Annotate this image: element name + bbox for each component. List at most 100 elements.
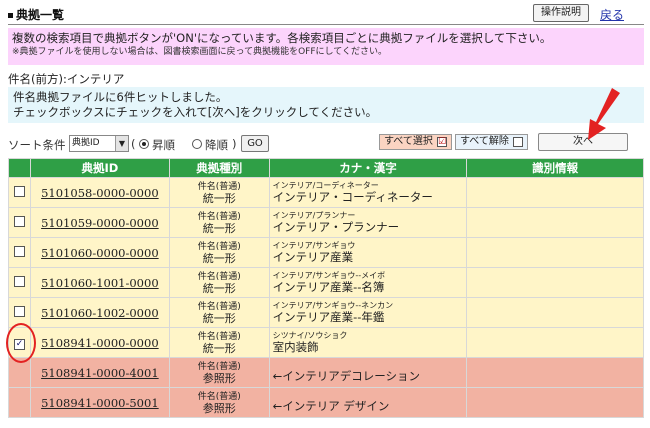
header-checkbox-col [8,158,31,178]
kanji-name: 室内装飾 [272,340,319,354]
type-cell: 件名(普通) 統一形 [168,267,270,298]
type-category: 件名(普通) [197,271,241,282]
header-divider [8,24,644,25]
row-checkbox[interactable] [13,275,25,287]
checkbox-empty-icon [513,137,523,147]
id-cell: 5101060-1002-0000 [29,297,170,328]
kanji-name: インテリア産業--名簿 [272,280,385,294]
checkbox-cell [8,267,31,298]
deselect-all-label: すべて解除 [460,136,509,147]
type-form: 統一形 [202,191,236,205]
table-header-row: 典拠ID 典拠種別 カナ・漢字 識別情報 [8,158,644,178]
authority-id-link[interactable]: 5101059-0000-0000 [41,216,159,230]
sort-select-value: 典拠ID [72,138,100,148]
header-name: カナ・漢字 [268,158,468,178]
help-button[interactable]: 操作説明 [533,4,589,22]
checkbox-cell [8,177,31,208]
id-cell: 5101060-1001-0000 [29,267,170,298]
authority-id-link[interactable]: 5108941-0000-0000 [41,336,159,350]
info-cell [466,327,644,358]
info-cell [466,237,644,268]
type-category: 件名(普通) [197,331,241,342]
table-row: 5101059-0000-0000 件名(普通) 統一形 インテリア/プランナー インテ… [8,207,644,238]
select-all-button[interactable]: すべて選択 ☑ [379,134,452,150]
id-cell: 5108941-0000-5001 [29,387,170,418]
type-category: 件名(普通) [197,181,241,192]
authority-id-link[interactable]: 5108941-0000-4001 [41,366,159,380]
type-form: 参照形 [202,371,236,385]
type-cell: 件名(普通) 統一形 [168,237,270,268]
sort-select[interactable]: 典拠ID ▼ [69,135,129,152]
authority-id-link[interactable]: 5108941-0000-5001 [41,396,159,410]
kanji-name: インテリア産業--年鑑 [272,310,385,324]
authority-id-link[interactable]: 5101060-1002-0000 [41,306,159,320]
sort-desc-label: 降順 [205,138,228,152]
notice-box: 複数の検索項目で典拠ボタンが'ON'になっています。各検索項目ごとに典拠ファイル… [8,28,644,65]
sort-asc-label: 昇順 [152,138,175,152]
authority-id-link[interactable]: 5101058-0000-0000 [41,186,159,200]
row-checkbox[interactable] [13,305,25,317]
type-cell: 件名(普通) 統一形 [168,327,270,358]
table-row: 5101060-1001-0000 件名(普通) 統一形 インテリア/サンギョウ--メ… [8,267,644,298]
table-row: 5108941-0000-5001 件名(普通) 参照形 ←インテリア デザイン [8,387,644,418]
sort-go-button[interactable]: GO [241,135,269,152]
row-checkbox[interactable] [13,245,25,257]
type-form: 統一形 [202,251,236,265]
info-cell [466,267,644,298]
red-circle-annotation [6,323,36,363]
type-form: 統一形 [202,281,236,295]
kanji-name: インテリア・プランナー [272,220,400,234]
name-cell: インテリア/コーディネーター インテリア・コーディネーター [268,177,468,208]
type-form: 参照形 [202,401,236,415]
result-message: 件名典拠ファイルに6件ヒットしました。 チェックボックスにチェックを入れて[次へ… [8,87,644,123]
deselect-all-button[interactable]: すべて解除 [455,134,528,150]
back-link[interactable]: 戻る [600,6,624,23]
kanji-name: インテリア・コーディネーター [272,190,433,204]
type-cell: 件名(普通) 統一形 [168,297,270,328]
header-info: 識別情報 [466,158,644,178]
id-cell: 5101058-0000-0000 [29,177,170,208]
notice-line-1: 複数の検索項目で典拠ボタンが'ON'になっています。各検索項目ごとに典拠ファイル… [12,31,552,45]
red-arrow-annotation-icon [588,88,620,140]
type-form: 統一形 [202,311,236,325]
select-all-label: すべて選択 [384,136,433,147]
type-category: 件名(普通) [197,211,241,222]
table-row: ✓ 5108941-0000-0000 件名(普通) 統一形 シツナイ/ソウショク 室内装… [8,327,644,358]
reference-name: ←インテリア デザイン [272,398,390,413]
row-checkbox[interactable] [13,185,25,197]
table-row: 5101060-1002-0000 件名(普通) 統一形 インテリア/サンギョウ--ネ… [8,297,644,328]
type-cell: 件名(普通) 統一形 [168,207,270,238]
type-category: 件名(普通) [197,361,241,372]
result-message-line-2: チェックボックスにチェックを入れて[次へ]をクリックしてください。 [13,105,378,119]
authority-id-link[interactable]: 5101060-1001-0000 [41,276,159,290]
name-cell: ←インテリアデコレーション [268,357,468,388]
type-form: 統一形 [202,341,236,355]
type-form: 統一形 [202,221,236,235]
sort-asc-radio[interactable] [139,139,149,149]
sort-desc-radio[interactable] [192,139,202,149]
authority-id-link[interactable]: 5101060-0000-0000 [41,246,159,260]
info-cell [466,387,644,418]
authority-table: 典拠ID 典拠種別 カナ・漢字 識別情報 5101058-0000-0000 件名… [8,158,644,418]
kanji-name: インテリア産業 [272,250,354,264]
type-cell: 件名(普通) 参照形 [168,387,270,418]
name-cell: インテリア/サンギョウ インテリア産業 [268,237,468,268]
result-message-line-1: 件名典拠ファイルに6件ヒットしました。 [13,90,228,104]
row-checkbox[interactable] [13,215,25,227]
type-category: 件名(普通) [197,241,241,252]
name-cell: シツナイ/ソウショク 室内装飾 [268,327,468,358]
header-id: 典拠ID [29,158,170,178]
sort-label: ソート条件 [8,138,66,152]
info-cell [466,177,644,208]
type-cell: 件名(普通) 参照形 [168,357,270,388]
id-cell: 5101059-0000-0000 [29,207,170,238]
checkbox-checked-icon: ☑ [437,137,447,147]
name-cell: インテリア/サンギョウ--メイボ インテリア産業--名簿 [268,267,468,298]
info-cell [466,297,644,328]
page-title: 典拠一覧 [8,6,64,23]
reference-name: ←インテリアデコレーション [272,368,421,383]
name-cell: ←インテリア デザイン [268,387,468,418]
type-category: 件名(普通) [197,391,241,402]
id-cell: 5108941-0000-0000 [29,327,170,358]
id-cell: 5108941-0000-4001 [29,357,170,388]
